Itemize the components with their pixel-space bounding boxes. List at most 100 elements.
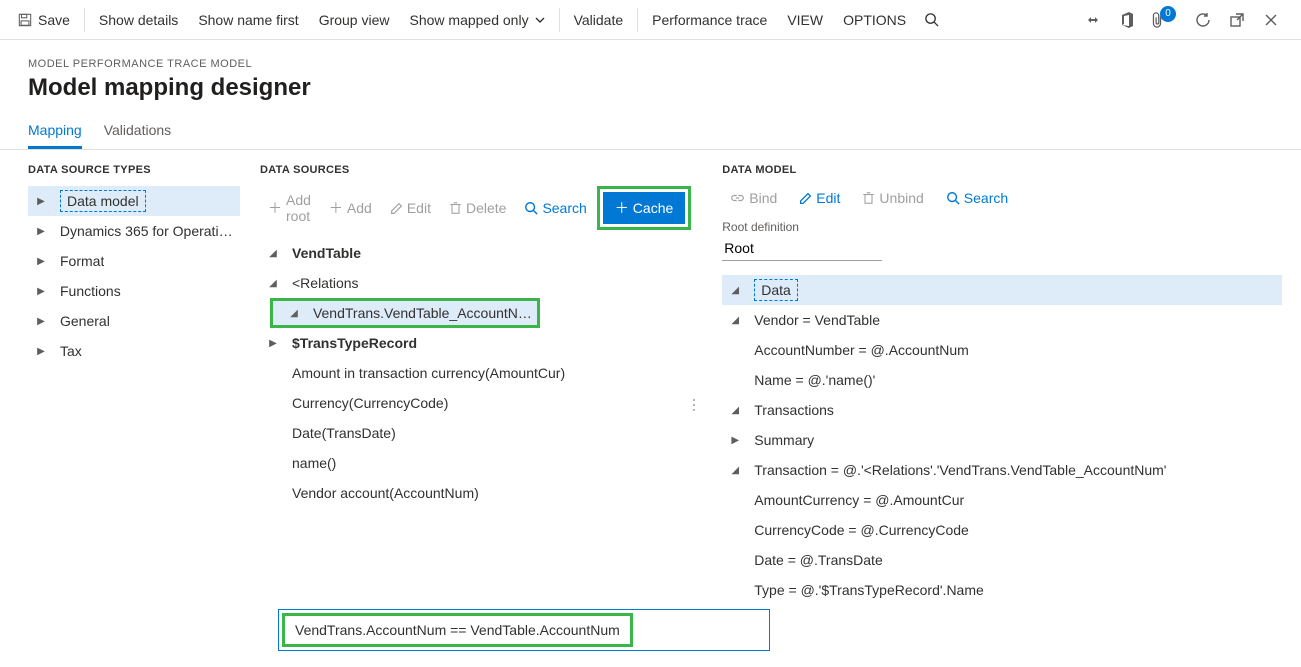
options-menu[interactable]: OPTIONS bbox=[833, 0, 916, 39]
data-sources-tree: ◢ VendTable ◢ <Relations ◢ VendTrans.Ven… bbox=[260, 238, 691, 508]
refresh-icon[interactable] bbox=[1189, 6, 1217, 34]
page-title: Model mapping designer bbox=[28, 74, 1273, 102]
search-button[interactable]: Search bbox=[938, 186, 1016, 210]
tree-node-vendtable[interactable]: ◢ VendTable bbox=[260, 238, 691, 268]
chevron-right-icon: ▶ bbox=[32, 256, 50, 267]
edit-button[interactable]: Edit bbox=[382, 196, 439, 220]
breadcrumb: MODEL PERFORMANCE TRACE MODEL bbox=[28, 58, 1273, 70]
show-name-first-button[interactable]: Show name first bbox=[188, 0, 308, 39]
data-sources-toolbar: ＋ Add root ＋ Add Edit Delete bbox=[260, 186, 691, 230]
chevron-right-icon: ▶ bbox=[32, 286, 50, 297]
show-details-button[interactable]: Show details bbox=[89, 0, 188, 39]
group-view-button[interactable]: Group view bbox=[309, 0, 400, 39]
tree-node-vendor-account[interactable]: Vendor account(AccountNum) bbox=[260, 478, 691, 508]
save-button[interactable]: Save bbox=[8, 0, 80, 39]
search-icon bbox=[924, 12, 939, 27]
attachments-badge: 0 bbox=[1160, 6, 1176, 22]
delete-button[interactable]: Delete bbox=[441, 196, 514, 220]
office-icon[interactable] bbox=[1113, 6, 1141, 34]
tree-node-transactions[interactable]: ◢ Transactions bbox=[722, 395, 1282, 425]
chevron-right-icon: ▶ bbox=[726, 435, 744, 446]
tree-node-vendtrans-accountnum[interactable]: ◢ VendTrans.VendTable_AccountNum bbox=[270, 298, 540, 328]
section-title: DATA SOURCES bbox=[260, 164, 691, 176]
search-button[interactable]: Search bbox=[516, 196, 594, 220]
plus-icon: ＋ bbox=[329, 198, 343, 218]
pencil-icon bbox=[799, 192, 812, 205]
save-icon bbox=[18, 13, 32, 27]
popout-icon[interactable] bbox=[1223, 6, 1251, 34]
data-source-types-panel: DATA SOURCE TYPES ▶ Data model ▶ Dynamic… bbox=[0, 150, 250, 667]
search-icon bbox=[946, 191, 960, 205]
section-title: DATA SOURCE TYPES bbox=[28, 164, 240, 176]
search-icon bbox=[524, 201, 538, 215]
splitter-handle[interactable] bbox=[687, 390, 701, 420]
tabs: Mapping Validations bbox=[0, 112, 1301, 150]
command-bar-right: 0 bbox=[1079, 6, 1293, 34]
data-model-tree: ◢ Data ◢ Vendor = VendTable AccountNumbe… bbox=[722, 275, 1282, 605]
cache-button[interactable]: ＋ Cache bbox=[603, 192, 685, 224]
root-definition-input[interactable] bbox=[722, 236, 882, 261]
chevron-down-icon: ◢ bbox=[726, 405, 744, 416]
add-root-button[interactable]: ＋ Add root bbox=[260, 188, 319, 228]
tree-node-currency-code[interactable]: CurrencyCode = @.CurrencyCode bbox=[722, 515, 1282, 545]
type-item-format[interactable]: ▶ Format bbox=[28, 246, 240, 276]
separator bbox=[559, 8, 560, 32]
tree-node-date[interactable]: Date(TransDate) bbox=[260, 418, 691, 448]
chevron-right-icon: ▶ bbox=[32, 346, 50, 357]
chevron-down-icon: ◢ bbox=[264, 278, 282, 289]
tree-node-amount[interactable]: Amount in transaction currency(AmountCur… bbox=[260, 358, 691, 388]
tab-mapping[interactable]: Mapping bbox=[28, 122, 82, 149]
tab-validations[interactable]: Validations bbox=[104, 122, 171, 149]
type-item-tax[interactable]: ▶ Tax bbox=[28, 336, 240, 366]
tree-node-data[interactable]: ◢ Data bbox=[722, 275, 1282, 305]
chevron-down-icon bbox=[535, 15, 545, 25]
command-bar: Save Show details Show name first Group … bbox=[0, 0, 1301, 40]
show-mapped-only-button[interactable]: Show mapped only bbox=[400, 0, 555, 39]
chevron-down-icon: ◢ bbox=[726, 315, 744, 326]
performance-trace-button[interactable]: Performance trace bbox=[642, 0, 777, 39]
close-icon[interactable] bbox=[1257, 6, 1285, 34]
tree-node-type[interactable]: Type = @.'$TransTypeRecord'.Name bbox=[722, 575, 1282, 605]
connect-icon[interactable] bbox=[1079, 6, 1107, 34]
tree-node-name-fn[interactable]: name() bbox=[260, 448, 691, 478]
page-header: MODEL PERFORMANCE TRACE MODEL Model mapp… bbox=[0, 40, 1301, 112]
cache-highlight: ＋ Cache bbox=[597, 186, 691, 230]
main: DATA SOURCE TYPES ▶ Data model ▶ Dynamic… bbox=[0, 150, 1301, 667]
data-model-toolbar: Bind Edit Unbind Search bbox=[722, 186, 1282, 210]
tree-node-relations[interactable]: ◢ <Relations bbox=[260, 268, 691, 298]
plus-icon: ＋ bbox=[268, 198, 282, 218]
edit-button[interactable]: Edit bbox=[791, 186, 848, 210]
chevron-down-icon: ◢ bbox=[726, 465, 744, 476]
chevron-right-icon: ▶ bbox=[32, 316, 50, 327]
search-button[interactable] bbox=[916, 0, 947, 39]
tree-node-transtyperecord[interactable]: ▶ $TransTypeRecord bbox=[260, 328, 691, 358]
chevron-right-icon: ▶ bbox=[32, 226, 50, 237]
type-item-general[interactable]: ▶ General bbox=[28, 306, 240, 336]
expression-box[interactable]: VendTrans.AccountNum == VendTable.Accoun… bbox=[278, 609, 770, 651]
view-menu[interactable]: VIEW bbox=[777, 0, 833, 39]
tree-node-amount-currency[interactable]: AmountCurrency = @.AmountCur bbox=[722, 485, 1282, 515]
tree-node-name[interactable]: Name = @.'name()' bbox=[722, 365, 1282, 395]
tree-node-transaction[interactable]: ◢ Transaction = @.'<Relations'.'VendTran… bbox=[722, 455, 1282, 485]
bind-button[interactable]: Bind bbox=[722, 186, 785, 210]
attachments-icon[interactable]: 0 bbox=[1147, 6, 1183, 34]
tree-node-summary[interactable]: ▶ Summary bbox=[722, 425, 1282, 455]
type-item-functions[interactable]: ▶ Functions bbox=[28, 276, 240, 306]
tree-node-account-number[interactable]: AccountNumber = @.AccountNum bbox=[722, 335, 1282, 365]
add-button[interactable]: ＋ Add bbox=[321, 194, 380, 222]
tree-node-currency[interactable]: Currency(CurrencyCode) bbox=[260, 388, 691, 418]
data-model-scroll[interactable]: ◢ Data ◢ Vendor = VendTable AccountNumbe… bbox=[722, 275, 1282, 617]
tree-node-vendor[interactable]: ◢ Vendor = VendTable bbox=[722, 305, 1282, 335]
unbind-button[interactable]: Unbind bbox=[854, 186, 931, 210]
expression-text: VendTrans.AccountNum == VendTable.Accoun… bbox=[282, 613, 633, 647]
chevron-down-icon: ◢ bbox=[285, 308, 303, 319]
tree-node-date[interactable]: Date = @.TransDate bbox=[722, 545, 1282, 575]
type-item-d365fo[interactable]: ▶ Dynamics 365 for Operations bbox=[28, 216, 240, 246]
pencil-icon bbox=[390, 202, 403, 215]
types-tree: ▶ Data model ▶ Dynamics 365 for Operatio… bbox=[28, 186, 240, 366]
type-item-data-model[interactable]: ▶ Data model bbox=[28, 186, 240, 216]
validate-button[interactable]: Validate bbox=[564, 0, 634, 39]
save-label: Save bbox=[38, 12, 70, 28]
data-model-panel: DATA MODEL Bind Edit Unbind bbox=[701, 150, 1301, 667]
section-title: DATA MODEL bbox=[722, 164, 1282, 176]
